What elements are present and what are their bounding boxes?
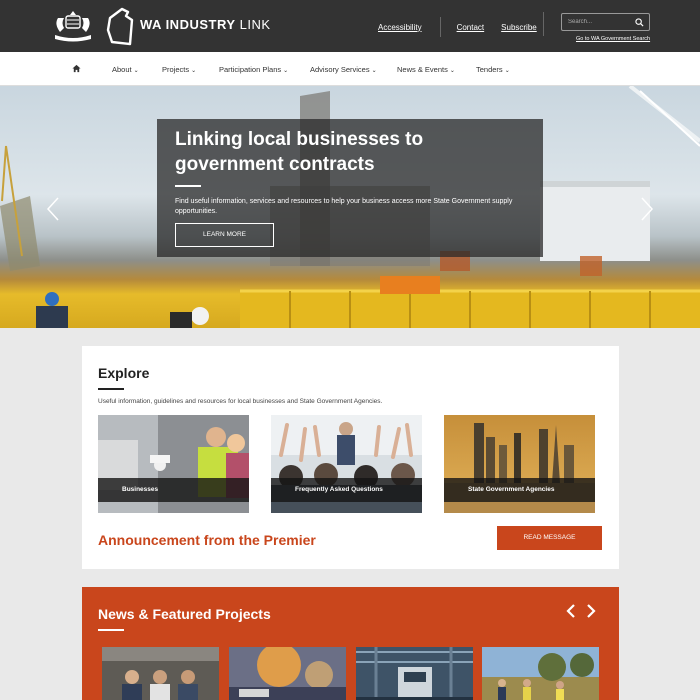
explore-heading-underline [98,388,124,390]
logo-text-bold: WA INDUSTRY [140,17,236,32]
hero-title: Linking local businesses to government c… [175,129,424,175]
news-card-image [482,647,599,700]
news-card[interactable] [356,647,473,700]
nav-label: Projects [162,65,190,74]
explore-description: Useful information, guidelines and resou… [98,398,383,405]
news-card-image [356,647,473,700]
news-card[interactable] [482,647,599,700]
explore-card-state-government-agencies[interactable]: State Government Agencies [444,415,595,513]
search-icon[interactable] [635,18,644,27]
nav-label: News & Events [397,65,448,74]
accessibility-link[interactable]: Accessibility [378,23,422,32]
nav-label: Advisory Services [310,65,370,74]
hero-caption: Linking local businesses to government c… [157,119,543,257]
wa-outline-map-icon [106,7,134,46]
learn-more-button[interactable]: LEARN MORE [175,223,274,247]
premier-announcement-heading[interactable]: Announcement from the Premier [98,532,316,548]
main-nav: About ⌄ Projects ⌄ Participation Plans ⌄ Ad… [0,52,700,86]
contact-link[interactable]: Contact [457,23,485,32]
news-card[interactable] [102,647,219,700]
home-icon[interactable] [72,64,81,73]
explore-card-label: Frequently Asked Questions [271,478,422,502]
explore-card-businesses[interactable]: Businesses [98,415,249,513]
nav-item-advisory-services[interactable]: Advisory Services ⌄ [310,65,377,74]
news-card[interactable] [229,647,346,700]
site-logo-text[interactable]: WA INDUSTRY LINK [140,17,271,32]
chevron-down-icon: ⌄ [283,68,289,74]
nav-label: Participation Plans [219,65,282,74]
explore-card-label: Businesses [98,478,249,502]
nav-label: Tenders [476,65,503,74]
hero-description: Find useful information, services and re… [175,198,513,215]
nav-item-about[interactable]: About ⌄ [112,65,139,74]
chevron-down-icon: ⌄ [449,68,455,74]
chevron-down-icon: ⌄ [504,68,510,74]
carousel-prev-icon[interactable] [46,196,60,222]
news-heading-underline [98,629,124,631]
logo-text-light: LINK [239,17,271,32]
search-divider [543,12,544,36]
news-heading: News & Featured Projects [98,606,271,622]
nav-item-news-events[interactable]: News & Events ⌄ [397,65,455,74]
news-section: News & Featured Projects [82,587,619,700]
gov-search-link[interactable]: Go to WA Government Search [576,36,650,42]
wa-crest-logo[interactable] [50,8,96,44]
chevron-down-icon: ⌄ [191,68,197,74]
chevron-down-icon: ⌄ [133,68,139,74]
news-card-image [229,647,346,700]
chevron-down-icon: ⌄ [371,68,377,74]
news-next-icon[interactable] [586,604,596,618]
search-input[interactable] [568,16,628,28]
read-message-button[interactable]: READ MESSAGE [497,526,602,550]
top-header: WA INDUSTRY LINK Accessibility Contact S… [0,0,700,52]
hero-banner: Linking local businesses to government c… [0,86,700,328]
news-card-image [102,647,219,700]
search-box [561,13,650,31]
hero-title-underline [175,185,201,187]
nav-item-participation-plans[interactable]: Participation Plans ⌄ [219,65,288,74]
news-prev-icon[interactable] [566,604,576,618]
utility-links: Accessibility Contact Subscribe [378,17,537,37]
nav-item-projects[interactable]: Projects ⌄ [162,65,196,74]
subscribe-link[interactable]: Subscribe [501,23,537,32]
explore-card-label: State Government Agencies [444,478,595,502]
carousel-next-icon[interactable] [640,196,654,222]
nav-label: About [112,65,132,74]
explore-heading: Explore [98,365,150,381]
link-divider [439,17,441,37]
explore-section: Explore Useful information, guidelines a… [82,346,619,569]
nav-item-tenders[interactable]: Tenders ⌄ [476,65,510,74]
explore-card-faq[interactable]: Frequently Asked Questions [271,415,422,513]
